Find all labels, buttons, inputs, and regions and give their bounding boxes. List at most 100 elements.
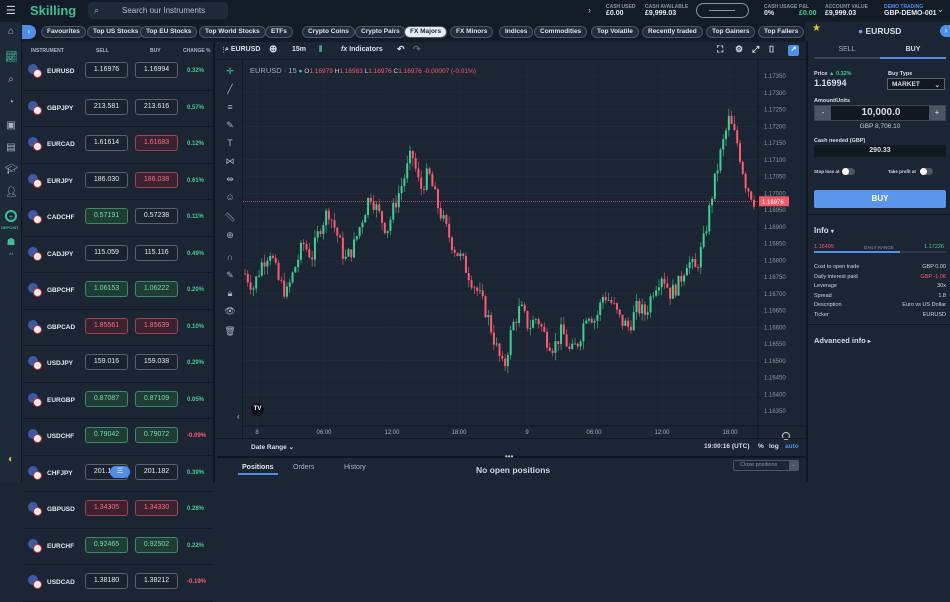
logo[interactable]: Skilling xyxy=(30,3,76,18)
watchlist-row[interactable]: EURCHF 0.92465 0.92502 0.22% xyxy=(23,529,213,565)
tab-positions[interactable]: Positions xyxy=(238,464,278,475)
buy-price-button[interactable]: 186.038 xyxy=(135,171,178,188)
chip-fx-minors[interactable]: FX Minors xyxy=(450,26,494,38)
chevron-down-icon[interactable]: ⌄ xyxy=(789,461,798,470)
fullscreen-icon[interactable]: ⛶ xyxy=(717,44,723,55)
tradingview-logo[interactable]: TV xyxy=(251,403,264,416)
sell-price-button[interactable]: 115.059 xyxy=(85,244,128,261)
zoom-in-icon[interactable]: ⊕ xyxy=(224,230,236,241)
theme-toggle-icon[interactable]: ◐ xyxy=(5,454,17,466)
sell-price-button[interactable]: 186.030 xyxy=(85,171,128,188)
lock-drawing-icon[interactable]: ✎ xyxy=(224,270,236,281)
sell-price-button[interactable]: 213.581 xyxy=(85,98,128,115)
buy-price-button[interactable]: 0.79072 xyxy=(135,427,178,443)
chip-top-fallers[interactable]: Top Fallers xyxy=(758,26,805,38)
chip-top-gainers[interactable]: Top Gainers xyxy=(706,26,756,38)
parallel-lines-icon[interactable]: ≡ xyxy=(224,102,236,112)
watchlist-row[interactable]: EURUSD 1.16976 1.16994 0.32% xyxy=(23,54,213,91)
watchlist-row[interactable]: USDCHF 0.79042 0.79072 -0.09% xyxy=(23,419,213,456)
buy-price-button[interactable]: 1.85639 xyxy=(135,317,178,334)
search-input[interactable]: ⌕ Search our Instruments xyxy=(88,2,228,19)
sell-price-button[interactable]: 1.16976 xyxy=(85,62,128,78)
tab-history[interactable]: History xyxy=(344,464,366,471)
chip-indices[interactable]: Indices xyxy=(499,26,534,38)
buy-type-select[interactable]: MARKET ⌄ xyxy=(887,78,945,90)
chip-commodities[interactable]: Commodities xyxy=(534,26,588,38)
trash-icon[interactable]: 🗑︎ xyxy=(224,326,236,337)
filter-button[interactable]: ☰ xyxy=(110,466,130,478)
resize-handle-icon[interactable]: ••• xyxy=(505,452,513,461)
ai-label[interactable]: AI xyxy=(9,251,13,256)
user-icon[interactable]: 👤︎ xyxy=(5,187,18,199)
redo-icon[interactable]: ↷ xyxy=(413,44,421,55)
hamburger-menu-icon[interactable]: ☰ xyxy=(6,5,16,17)
ruler-icon[interactable]: 📏︎ xyxy=(224,212,236,223)
watchlist-row[interactable]: GBPCAD 1.85561 1.85639 0.10% xyxy=(23,310,213,346)
expand-panel-button[interactable]: › xyxy=(940,25,950,37)
indicators-button[interactable]: fx Indicators xyxy=(341,46,383,53)
take-profit-toggle[interactable] xyxy=(920,168,933,175)
measure-icon[interactable]: ⇹ xyxy=(224,174,236,185)
watchlist-row[interactable]: CADCHF 0.57191 0.57238 0.11% xyxy=(23,200,213,237)
chevron-right-icon[interactable]: › xyxy=(588,5,591,15)
symbol-search-button[interactable]: ⌕ EURUSD xyxy=(225,46,260,54)
brush-icon[interactable]: ✎ xyxy=(224,120,236,131)
compare-add-icon[interactable]: ⊕ xyxy=(269,44,277,55)
camera-icon[interactable]: ⌷ xyxy=(769,44,774,55)
chip-crypto-pairs[interactable]: Crypto Pairs xyxy=(355,26,406,38)
sell-price-button[interactable]: 159.016 xyxy=(85,354,128,370)
undo-icon[interactable]: ↶ xyxy=(397,44,405,55)
calendar-icon[interactable]: ▣ xyxy=(5,120,17,132)
sell-tab[interactable]: SELL xyxy=(814,46,880,59)
video-icon[interactable]: ▤ xyxy=(5,142,17,154)
magnet-icon[interactable]: ∩ xyxy=(224,252,236,262)
buy-price-button[interactable]: 1.61683 xyxy=(135,135,178,151)
close-positions-button[interactable]: Close positions ⌄ xyxy=(733,460,799,471)
star-favourite-icon[interactable]: ★ xyxy=(812,23,821,34)
watchlist-row[interactable]: USDCAD 1.38180 1.38212 -0.19% xyxy=(23,565,213,602)
scroll-left-icon[interactable]: ‹ xyxy=(237,412,240,421)
eye-icon[interactable]: 👁︎ xyxy=(224,306,236,317)
date-range-button[interactable]: Date Range ⌄ xyxy=(251,443,294,451)
text-icon[interactable]: T xyxy=(224,138,236,148)
percent-toggle[interactable]: % xyxy=(758,443,764,450)
watchlist-row[interactable]: GBPCHF 1.06153 1.06222 0.20% xyxy=(23,273,213,310)
log-toggle[interactable]: log xyxy=(769,443,779,450)
chip-fx-majors[interactable]: FX Majors xyxy=(404,26,448,38)
candles-icon[interactable]: ⫼ xyxy=(319,46,322,54)
buy-price-button[interactable]: 159.038 xyxy=(135,354,178,370)
chip-etfs[interactable]: ETFs xyxy=(265,26,293,38)
sell-price-button[interactable]: 1.61614 xyxy=(85,135,128,151)
sell-price-button[interactable]: 1.85561 xyxy=(85,317,128,334)
sell-price-button[interactable]: 0.79042 xyxy=(85,427,128,443)
sell-price-button[interactable]: 0.57191 xyxy=(85,208,128,224)
collapse-watchlist-button[interactable]: ‹ xyxy=(22,25,36,39)
settings-gear-icon[interactable]: ⚙ xyxy=(735,44,743,55)
sell-price-button[interactable]: 1.06153 xyxy=(85,281,128,297)
amount-input[interactable]: 10,000.0 xyxy=(831,107,931,118)
pattern-icon[interactable]: ⋈ xyxy=(224,156,236,167)
sell-price-button[interactable]: 1.38180 xyxy=(85,573,128,589)
buy-button[interactable]: BUY xyxy=(814,190,946,208)
auto-toggle[interactable]: auto xyxy=(785,443,799,450)
search-icon[interactable]: ⌕ xyxy=(5,74,17,86)
home-icon[interactable]: ⌂ xyxy=(5,26,17,38)
buy-price-button[interactable]: 1.34330 xyxy=(135,500,178,516)
pie-chart-icon[interactable]: ◔ xyxy=(5,97,17,109)
buy-price-button[interactable]: 0.87109 xyxy=(135,390,178,407)
buy-price-button[interactable]: 1.38212 xyxy=(135,573,178,589)
interval-button[interactable]: 15m xyxy=(292,46,306,53)
chip-top-eu-stocks[interactable]: Top EU Stocks xyxy=(140,26,198,38)
ai-assistant-icon[interactable]: ☗ xyxy=(5,237,17,249)
buy-price-button[interactable]: 213.616 xyxy=(135,98,178,115)
chart-icon[interactable]: 📈︎ xyxy=(5,52,18,64)
info-toggle[interactable]: Info ▾ xyxy=(814,226,834,235)
watchlist-row[interactable]: EURJPY 186.030 186.038 0.61% xyxy=(23,164,213,200)
chip-top-world-stocks[interactable]: Top World Stocks xyxy=(199,26,266,38)
stop-loss-toggle[interactable] xyxy=(842,168,855,175)
buy-price-button[interactable]: 0.92502 xyxy=(135,536,178,553)
buy-tab[interactable]: BUY xyxy=(880,46,946,59)
sell-price-button[interactable]: 1.34305 xyxy=(85,500,128,516)
chip-favourites[interactable]: Favourites xyxy=(41,26,86,38)
advanced-info-toggle[interactable]: Advanced info ▸ xyxy=(814,336,871,345)
